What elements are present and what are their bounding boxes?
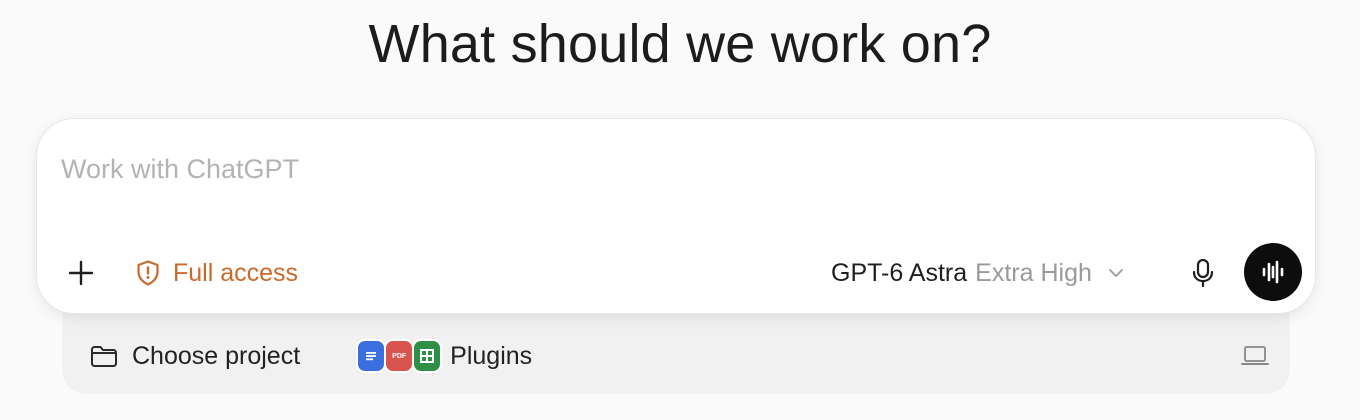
docs-icon <box>356 339 387 373</box>
add-button[interactable] <box>63 255 99 291</box>
composer-footer-tray: Choose project PDF Plugins <box>62 300 1290 394</box>
model-name: GPT-6 Astra <box>831 258 968 287</box>
dictation-button[interactable] <box>1185 255 1221 291</box>
microphone-icon <box>1192 258 1214 288</box>
model-selector[interactable]: GPT-6 Astra Extra High <box>831 253 1124 293</box>
page-title: What should we work on? <box>368 14 992 74</box>
plugins-button[interactable]: PDF Plugins <box>356 339 532 373</box>
choose-project-label: Choose project <box>132 341 301 370</box>
folder-icon <box>91 346 117 367</box>
plugin-icons: PDF <box>356 339 443 373</box>
full-access-label: Full access <box>173 258 299 287</box>
pdf-icon: PDF <box>384 339 415 373</box>
model-effort: Extra High <box>975 258 1092 287</box>
laptop-icon[interactable] <box>1240 344 1270 373</box>
pdf-icon-text: PDF <box>392 352 407 360</box>
choose-project-button[interactable]: Choose project <box>90 342 300 371</box>
shield-alert-icon <box>137 260 159 286</box>
voice-mode-button[interactable] <box>1244 243 1302 301</box>
chevron-down-icon <box>1108 269 1123 277</box>
sheets-icon <box>412 339 443 373</box>
full-access-button[interactable]: Full access <box>135 253 298 293</box>
plus-icon <box>68 260 94 286</box>
plugins-label: Plugins <box>450 341 533 370</box>
composer-card: Full access GPT-6 Astra Extra High <box>36 118 1316 314</box>
tray-actions: Choose project PDF Plugins <box>62 320 1290 392</box>
voice-waveform-icon <box>1262 260 1284 284</box>
prompt-input[interactable] <box>59 145 1163 193</box>
